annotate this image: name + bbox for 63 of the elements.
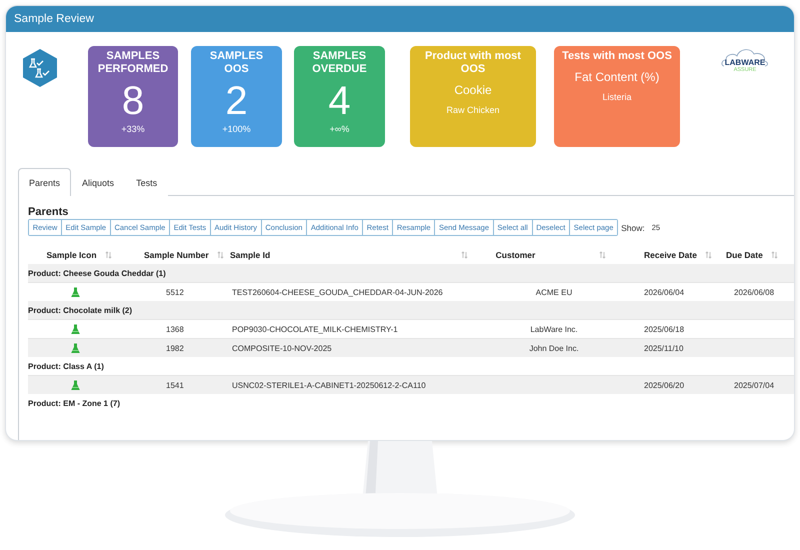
top-item: Raw Chicken bbox=[446, 105, 500, 115]
table-cell-text: 2026/06/08 bbox=[733, 288, 774, 296]
sort-icon[interactable] bbox=[704, 250, 712, 258]
column-header: Sample Icon bbox=[46, 250, 97, 260]
table-cell: LabWare Inc. bbox=[530, 324, 578, 334]
table-cell: ACME EU bbox=[536, 288, 572, 296]
flask-icon bbox=[70, 380, 80, 390]
metric-change: +100% bbox=[222, 124, 251, 134]
card-title: SAMPLES OVERDUE bbox=[311, 50, 368, 76]
top-item: Fat Content (%) bbox=[574, 70, 660, 84]
section-title: Parents bbox=[28, 206, 70, 218]
table-cell-text: 2026/06/04 bbox=[643, 288, 684, 296]
card-title: SAMPLES PERFORMED bbox=[96, 50, 170, 76]
group-label: Product: Chocolate milk (2) bbox=[28, 306, 132, 314]
table-cell-text: POP9030-CHOCOLATE_MILK-CHEMISTRY-1 bbox=[231, 324, 398, 334]
group-label: Product: Class A (1) bbox=[28, 362, 104, 370]
group-label: Product: EM - Zone 1 (7) bbox=[28, 398, 120, 408]
table-cell-text: TEST260604-CHEESE_GOUDA_CHEDDAR-04-JUN-2026 bbox=[231, 288, 443, 296]
show-label: Show: bbox=[621, 222, 645, 232]
flask-icon bbox=[70, 324, 80, 334]
flask-icon bbox=[70, 286, 80, 298]
table-cell-text: 2025/06/18 bbox=[643, 324, 684, 334]
sort-icon[interactable] bbox=[599, 250, 606, 258]
table-cell-text: 1982 bbox=[165, 344, 184, 352]
table-row[interactable]: 1541 USNC02-STERILE1-A-CABINET1-20250612-2-CA110 2025/06/20 2025/07/04 bbox=[28, 375, 794, 394]
column-header: Due Date bbox=[726, 250, 763, 260]
flask-icon bbox=[70, 342, 80, 354]
metric-value: 4 bbox=[328, 78, 351, 124]
table-cell: John Doe Inc. bbox=[529, 344, 579, 352]
sort-icon[interactable] bbox=[104, 250, 112, 258]
metric-value: 8 bbox=[122, 78, 144, 124]
logo-name: LABWARE bbox=[724, 58, 766, 67]
column-header: Receive Date bbox=[644, 250, 697, 260]
sort-icon[interactable] bbox=[216, 250, 224, 258]
table-row[interactable]: 1982 COMPOSITE-10-NOV-2025 John Doe Inc. 2025/11/10 bbox=[28, 338, 794, 357]
top-item: Listeria bbox=[602, 92, 632, 102]
table-cell-text: 1541 bbox=[165, 380, 184, 390]
table-row[interactable]: 1368 POP9030-CHOCOLATE_MILK-CHEMISTRY-1 LabWare Inc. 2025/06/18 bbox=[28, 319, 794, 338]
metric-value: 2 bbox=[225, 78, 248, 124]
group-label: Product: Cheese Gouda Cheddar (1) bbox=[28, 268, 166, 278]
flask-check-icon bbox=[20, 48, 60, 88]
table-cell-text: 2025/07/04 bbox=[733, 380, 774, 390]
card-title: Product with most OOS bbox=[424, 50, 522, 76]
column-header: Sample Id bbox=[230, 250, 270, 260]
top-item: Cookie bbox=[454, 83, 492, 97]
table-cell-text: COMPOSITE-10-NOV-2025 bbox=[231, 344, 332, 352]
table-cell-text: 5512 bbox=[165, 288, 184, 296]
card-title: Tests with most OOS bbox=[561, 50, 673, 63]
table-cell-text: 2025/11/10 bbox=[643, 344, 684, 352]
metric-change: +∞% bbox=[330, 124, 350, 134]
cloud-icon bbox=[720, 46, 770, 68]
tab[interactable]: Parents bbox=[18, 168, 72, 196]
column-header: Customer bbox=[496, 250, 536, 260]
window-title: Sample Review bbox=[14, 13, 94, 25]
column-header: Sample Number bbox=[144, 250, 209, 260]
table-cell-text: USNC02-STERILE1-A-CABINET1-20250612-2-CA110 bbox=[231, 380, 426, 390]
metric-change: +33% bbox=[121, 124, 145, 134]
card-title: SAMPLES OOS bbox=[208, 50, 264, 76]
sort-icon[interactable] bbox=[770, 250, 778, 258]
table-cell-text: 1368 bbox=[165, 324, 184, 334]
sort-icon[interactable] bbox=[461, 250, 468, 258]
table-row[interactable]: 5512 TEST260604-CHEESE_GOUDA_CHEDDAR-04-JUN-2026 ACME EU 2026/06/04 2026/06/08 bbox=[28, 282, 794, 301]
table-cell-text: 2025/06/20 bbox=[643, 380, 684, 390]
